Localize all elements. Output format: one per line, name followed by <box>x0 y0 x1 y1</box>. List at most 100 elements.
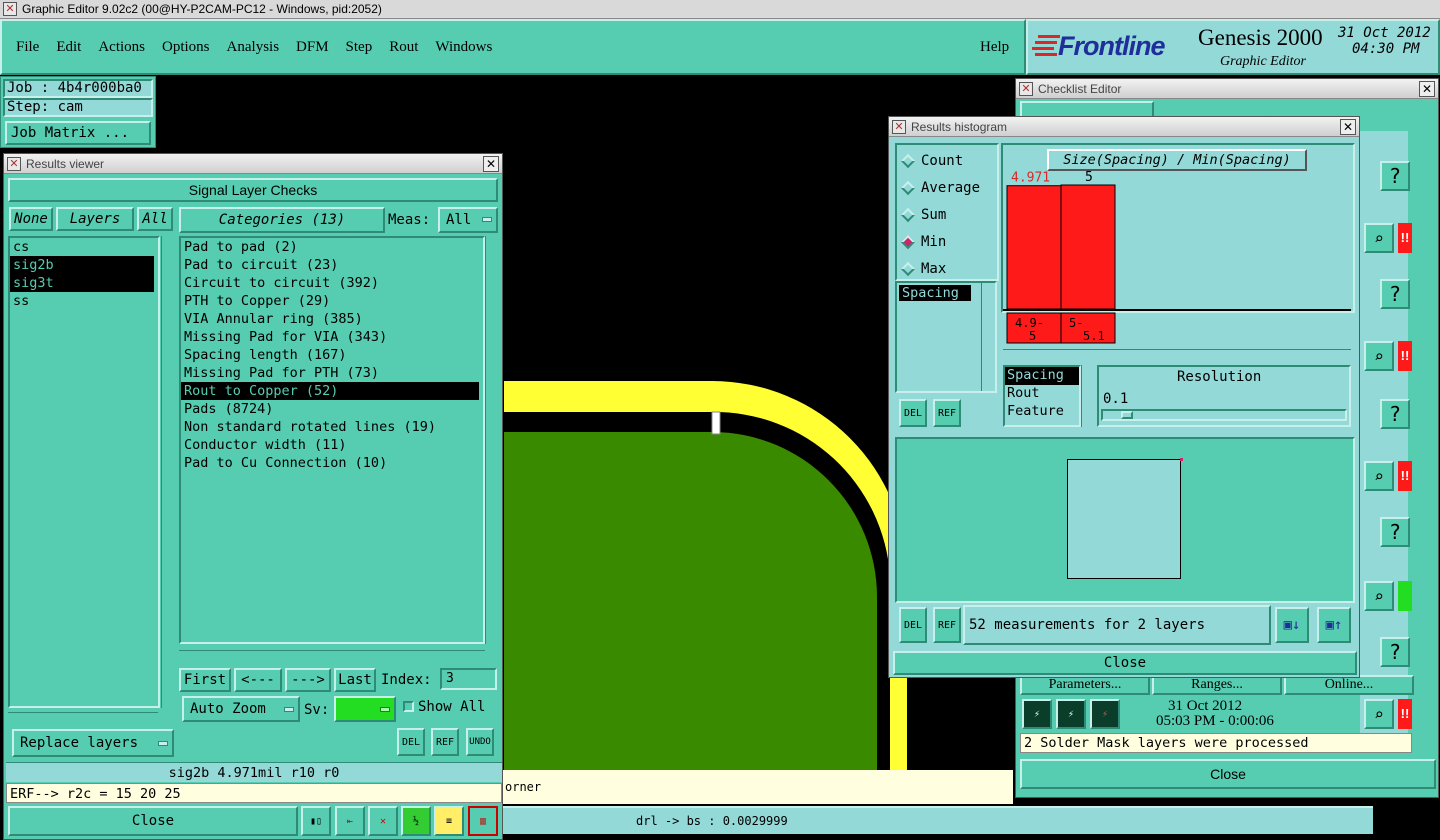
report-icon[interactable]: ≡ <box>434 806 464 836</box>
histogram-icon[interactable]: ▥ <box>468 806 498 836</box>
mode-average-radio[interactable]: Average <box>897 174 997 201</box>
prev-button[interactable]: <--- <box>234 668 282 692</box>
category-item[interactable]: PTH to Copper (29) <box>181 292 479 310</box>
import-icon[interactable]: ▣↑ <box>1317 607 1351 643</box>
measures-scrollbar[interactable] <box>981 283 995 391</box>
category-item[interactable]: Missing Pad for VIA (343) <box>181 328 479 346</box>
last-button[interactable]: Last <box>334 668 376 692</box>
category-item[interactable]: Pad to Cu Connection (10) <box>181 454 479 472</box>
histogram-title-bar[interactable]: ✕ Results histogram ✕ <box>889 117 1359 137</box>
run-all-icon[interactable]: ⚡ <box>1056 699 1086 729</box>
export-icon[interactable]: ▣↓ <box>1275 607 1309 643</box>
zoom-icon[interactable]: ⌕ <box>1364 581 1394 611</box>
menu-dfm[interactable]: DFM <box>296 39 329 55</box>
category-item[interactable]: Pad to pad (2) <box>181 238 479 256</box>
layers-scrollbar[interactable] <box>161 236 175 708</box>
layer-item[interactable]: sig2b <box>10 256 154 274</box>
close-icon[interactable]: ✕ <box>483 156 499 172</box>
help-icon[interactable]: ? <box>1380 161 1410 191</box>
category-item[interactable]: Rout to Copper (52) <box>181 382 479 400</box>
menu-step[interactable]: Step <box>346 39 373 55</box>
layer-item[interactable]: ss <box>10 292 154 310</box>
mode-sum-radio[interactable]: Sum <box>897 201 997 228</box>
mode-count-radio[interactable]: Count <box>897 147 997 174</box>
zoom-icon[interactable]: ⌕ <box>1364 461 1394 491</box>
next-button[interactable]: ---> <box>285 668 331 692</box>
none-button[interactable]: None <box>9 207 53 231</box>
replace-layers-dropdown[interactable]: Replace layers <box>12 729 174 757</box>
menu-windows[interactable]: Windows <box>435 39 492 55</box>
menu-file[interactable]: File <box>16 39 39 55</box>
layers-hscrollbar[interactable] <box>8 712 158 724</box>
mode-min-radio[interactable]: Min <box>897 228 997 255</box>
parameters-button[interactable]: Parameters... <box>1020 675 1150 695</box>
resolution-slider[interactable] <box>1101 409 1347 421</box>
ref-cross-icon[interactable]: ✕ <box>368 806 398 836</box>
type-item[interactable]: Rout <box>1005 385 1079 403</box>
histogram-bar[interactable] <box>1060 184 1116 310</box>
help-icon[interactable]: ? <box>1380 637 1410 667</box>
resolution-slider-thumb[interactable] <box>1121 411 1133 419</box>
meas-dropdown[interactable]: All <box>438 207 498 233</box>
help-icon[interactable]: ? <box>1380 399 1410 429</box>
menu-actions[interactable]: Actions <box>98 39 145 55</box>
type-item[interactable]: Feature <box>1005 403 1079 421</box>
close-icon[interactable]: ✕ <box>1419 81 1435 97</box>
step-icon[interactable]: ▮▯ <box>301 806 331 836</box>
checklist-title-bar[interactable]: ✕ Checklist Editor ✕ <box>1016 79 1438 99</box>
sv-dropdown[interactable] <box>334 696 396 722</box>
mode-max-radio[interactable]: Max <box>897 255 997 282</box>
zoom-icon[interactable]: ⌕ <box>1364 341 1394 371</box>
type-item[interactable]: Spacing <box>1005 367 1079 385</box>
app-title-bar[interactable]: ✕ Graphic Editor 9.02c2 (00@HY-P2CAM-PC1… <box>0 0 1440 19</box>
help-icon[interactable]: ? <box>1380 279 1410 309</box>
histogram-bar[interactable] <box>1006 185 1062 310</box>
undo-button[interactable]: UNDO <box>466 728 494 756</box>
checklist-close-button[interactable]: Close <box>1020 759 1436 789</box>
all-layers-button[interactable]: All <box>137 207 173 231</box>
chart-hscrollbar[interactable] <box>1003 349 1351 361</box>
zoom-icon[interactable]: ⌕ <box>1364 223 1394 253</box>
categories-button[interactable]: Categories (13) <box>179 207 385 233</box>
categories-scrollbar[interactable] <box>485 236 499 644</box>
measure-item[interactable]: Spacing <box>899 285 971 301</box>
results-viewer-title-bar[interactable]: ✕ Results viewer ✕ <box>4 154 502 174</box>
category-item[interactable]: VIA Annular ring (385) <box>181 310 479 328</box>
category-item[interactable]: Pad to circuit (23) <box>181 256 479 274</box>
results-viewer-close-button[interactable]: Close <box>8 806 298 836</box>
auto-zoom-dropdown[interactable]: Auto Zoom <box>182 696 300 722</box>
layers-list[interactable]: cs sig2b sig3t ss <box>8 236 160 708</box>
run-icon[interactable]: ⚡ <box>1022 699 1052 729</box>
first-button[interactable]: First <box>179 668 231 692</box>
ref-button[interactable]: REF <box>431 728 459 756</box>
category-item[interactable]: Circuit to circuit (392) <box>181 274 479 292</box>
exit-icon[interactable]: ⇤ <box>335 806 365 836</box>
layers-button[interactable]: Layers <box>56 207 134 231</box>
menu-options[interactable]: Options <box>162 39 210 55</box>
type-list[interactable]: Spacing Rout Feature <box>1003 365 1081 427</box>
categories-hscrollbar[interactable] <box>179 650 485 662</box>
hist-ref-button[interactable]: REF <box>933 399 961 427</box>
layer-item[interactable]: sig3t <box>10 274 154 292</box>
histogram-close-button[interactable]: Close <box>893 651 1357 675</box>
category-item[interactable]: Spacing length (167) <box>181 346 479 364</box>
zoom-icon[interactable]: ⌕ <box>1364 699 1394 729</box>
index-input[interactable]: 3 <box>440 668 497 690</box>
close-icon[interactable]: ✕ <box>1340 119 1356 135</box>
online-button[interactable]: Online... <box>1284 675 1414 695</box>
menu-rout[interactable]: Rout <box>389 39 418 55</box>
type-scrollbar[interactable] <box>1081 365 1095 427</box>
ranges-button[interactable]: Ranges... <box>1152 675 1282 695</box>
category-item[interactable]: Missing Pad for PTH (73) <box>181 364 479 382</box>
preview-del-button[interactable]: DEL <box>899 607 927 643</box>
help-menu[interactable]: Help <box>980 39 1009 56</box>
layer-item[interactable]: cs <box>10 238 154 256</box>
hist-del-button[interactable]: DEL <box>899 399 927 427</box>
category-item[interactable]: Non standard rotated lines (19) <box>181 418 479 436</box>
menu-analysis[interactable]: Analysis <box>227 39 280 55</box>
category-item[interactable]: Pads (8724) <box>181 400 479 418</box>
preview-ref-button[interactable]: REF <box>933 607 961 643</box>
del-button[interactable]: DEL <box>397 728 425 756</box>
categories-list[interactable]: Pad to pad (2) Pad to circuit (23) Circuit… <box>179 236 485 644</box>
menu-edit[interactable]: Edit <box>56 39 81 55</box>
